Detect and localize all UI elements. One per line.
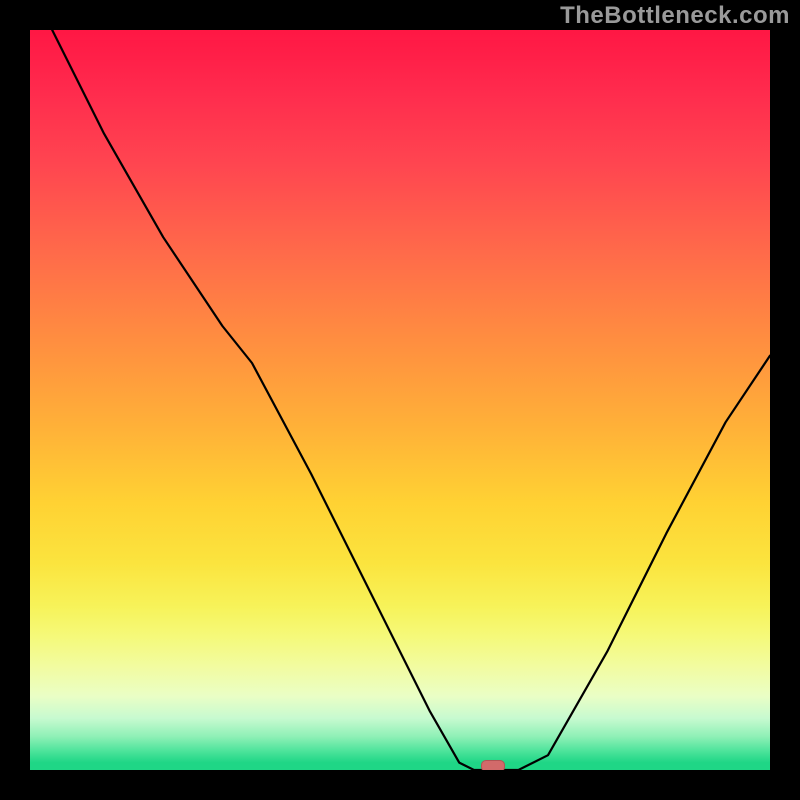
plot-area — [30, 30, 770, 770]
watermark-text: TheBottleneck.com — [560, 2, 790, 30]
figure-root: TheBottleneck.com — [0, 0, 800, 800]
optimum-marker — [481, 760, 505, 770]
bottleneck-curve — [30, 30, 770, 770]
curve-path — [52, 30, 770, 770]
